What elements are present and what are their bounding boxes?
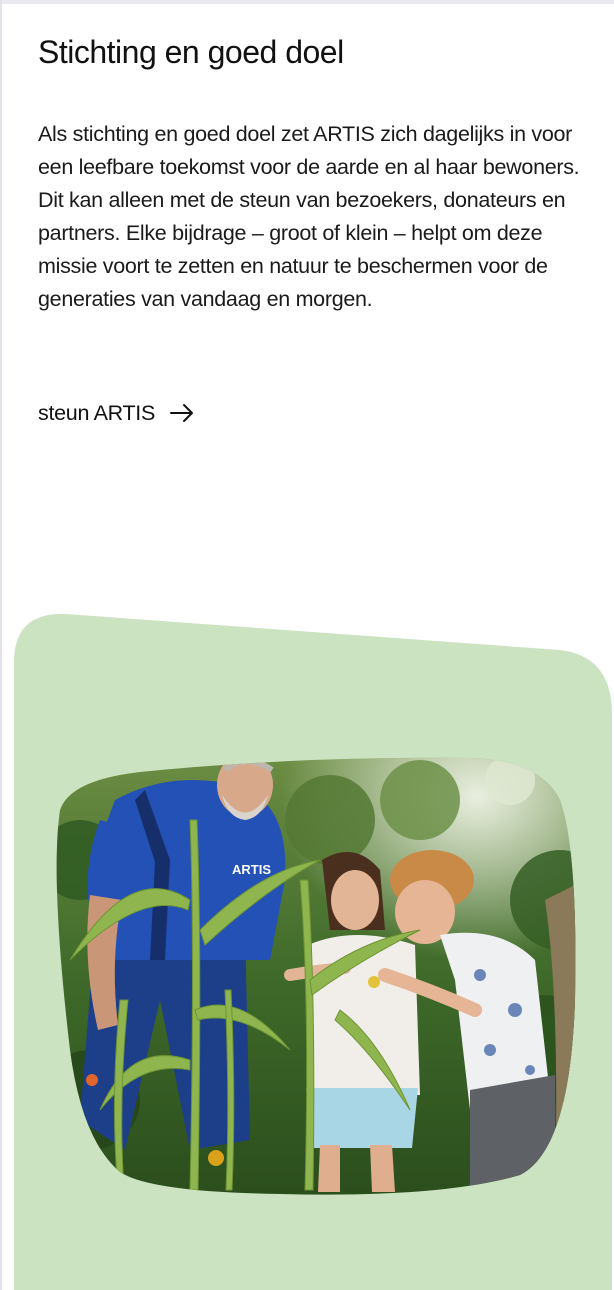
section-title: Stichting en goed doel: [38, 34, 344, 70]
support-artis-label: steun ARTIS: [38, 400, 156, 425]
section-description: Als stichting en goed doel zet ARTIS zic…: [38, 122, 580, 311]
support-artis-link[interactable]: steun ARTIS: [38, 396, 195, 430]
viewport-top-edge: [0, 0, 614, 4]
green-background-panel: [14, 613, 612, 1290]
arrow-right-icon: [169, 403, 195, 423]
